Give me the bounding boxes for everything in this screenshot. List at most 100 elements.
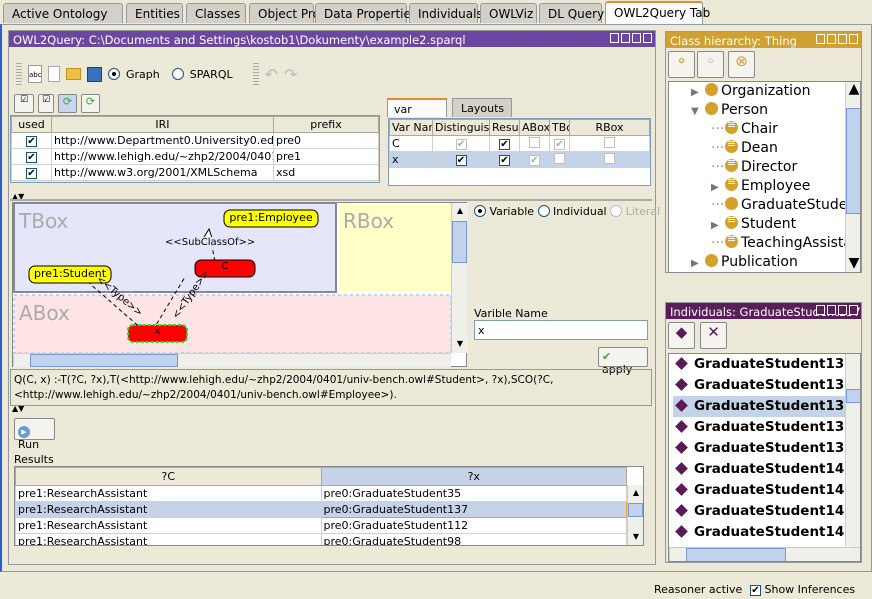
add-individual-button[interactable]: ◆ (668, 322, 695, 349)
text-icon[interactable]: abc (28, 65, 42, 83)
undo-icon[interactable]: ↶ (265, 65, 278, 84)
delete-class-button[interactable]: ⊗ (728, 51, 755, 78)
class-tree-item[interactable]: ···Director (711, 156, 797, 175)
var-row[interactable]: x ✔ ✔ ✔ (389, 151, 650, 168)
tab-layouts[interactable]: Layouts (452, 98, 512, 117)
result-row[interactable]: pre1:ResearchAssistant pre0:GraduateStude… (15, 485, 627, 502)
apply-button[interactable]: ✔ apply (598, 347, 648, 376)
col-tbox[interactable]: TBox (549, 119, 570, 136)
individuals-hscrollbar[interactable] (669, 547, 860, 561)
expand-icon[interactable]: ▶ (711, 182, 725, 193)
individual-item[interactable]: GraduateStudent139 (673, 438, 854, 459)
individual-item[interactable]: GraduateStudent136 (673, 375, 854, 396)
prefix-row[interactable]: ✔ http://www.Department0.University0.edu p… (11, 132, 379, 149)
splitter-arrows[interactable]: ▲▼ (12, 404, 24, 413)
distinguished-checkbox[interactable]: ✔ (455, 139, 467, 150)
col-used[interactable]: used (11, 116, 52, 133)
abox-checkbox[interactable]: ✔ (529, 155, 540, 166)
var-row[interactable]: C ✔ ✔ ✔ (389, 135, 650, 152)
class-tree-item[interactable]: ▼ Person (691, 102, 768, 118)
tbox-checkbox[interactable] (554, 152, 565, 164)
col-result[interactable]: Result (489, 119, 520, 136)
individual-item[interactable]: GraduateStudent138 (673, 417, 854, 438)
result-row[interactable]: pre1:ResearchAssistant pre0:GraduateStude… (15, 517, 627, 534)
result-checkbox[interactable]: ✔ (499, 155, 510, 166)
run-button[interactable]: ▶ Run (14, 418, 55, 451)
tab-active-ontology[interactable]: Active Ontology (3, 3, 123, 23)
expand-icon[interactable]: ▶ (691, 258, 705, 269)
col-var-name[interactable]: Var Name (389, 119, 433, 136)
used-checkbox[interactable]: ✔ (26, 152, 37, 163)
result-row[interactable]: pre1:ResearchAssistant pre0:GraduateStude… (15, 533, 627, 545)
save-icon[interactable] (87, 66, 102, 82)
result-row[interactable]: pre1:ResearchAssistant pre0:GraduateStude… (15, 501, 627, 518)
class-tree-item[interactable]: ▶Student (711, 213, 796, 232)
graph-hscrollbar[interactable] (13, 353, 451, 367)
rbox-checkbox[interactable] (604, 152, 615, 164)
individual-item[interactable]: GraduateStudent141 (673, 501, 854, 522)
prefix-row[interactable]: ✔http://www.lehigh.edu/~zhp2/2004/0401/u… (11, 148, 379, 165)
distinguished-checkbox[interactable]: ✔ (455, 155, 467, 166)
individual-item[interactable]: GraduateStudent137 (673, 396, 854, 417)
class-tree-item[interactable]: ···Dean (711, 137, 778, 156)
add-subclass-button[interactable]: ⚬ (668, 51, 695, 78)
tbox-checkbox[interactable]: ✔ (554, 139, 565, 150)
tab-classes[interactable]: Classes (186, 3, 246, 23)
col-prefix[interactable]: prefix (273, 116, 379, 133)
mode-sparql-radio[interactable] (171, 68, 184, 80)
add-sibling-button[interactable]: ⚬ (697, 51, 724, 78)
rbox-checkbox[interactable] (604, 136, 615, 148)
tab-dl-query[interactable]: DL Query (539, 3, 604, 23)
tab-entities[interactable]: Entities (126, 3, 183, 23)
tab-owlviz[interactable]: OWLViz (480, 3, 537, 23)
individual-item[interactable]: GraduateStudent14 (673, 459, 849, 480)
abox-checkbox[interactable] (529, 136, 540, 148)
delete-individual-button[interactable]: ✕ (700, 322, 727, 349)
show-inferences-checkbox[interactable]: ✔ (750, 585, 761, 596)
individual-item[interactable]: GraduateStudent140 (673, 480, 854, 501)
tab-var-editor[interactable]: var editor (387, 98, 447, 129)
individual-item[interactable]: GraduateStudent142 (673, 522, 854, 543)
splitter[interactable] (10, 199, 652, 201)
graph-canvas[interactable]: TBox RBox ABox pre1:Employee pre1:Studen… (12, 202, 468, 367)
individuals-scrollbar[interactable]: ▲▼ (845, 354, 860, 551)
expand-icon[interactable]: ▶ (691, 87, 705, 98)
variable-name-input[interactable]: x (474, 320, 648, 340)
col-iri[interactable]: IRI (51, 116, 274, 133)
variable-radio[interactable] (474, 205, 486, 217)
individual-radio[interactable] (537, 205, 550, 217)
open-folder-icon[interactable] (66, 68, 81, 80)
tab-object-properties[interactable]: Object Properties (249, 3, 362, 23)
new-file-icon[interactable] (48, 66, 60, 82)
col-x[interactable]: ?x (320, 467, 627, 486)
class-tree-item[interactable]: ▶ Publication (691, 254, 798, 270)
results-scrollbar[interactable]: ▲ ▼ (627, 485, 643, 545)
tab-data-properties[interactable]: Data Properties (315, 3, 417, 23)
literal-radio[interactable] (610, 205, 623, 217)
class-tree-item[interactable]: ▶Employee (711, 175, 810, 194)
toolbar-grip[interactable] (252, 63, 259, 85)
tab-owl2query[interactable]: OWL2Query Tab (605, 1, 710, 24)
individual-item[interactable]: GraduateStudent135 (673, 354, 854, 375)
query-text[interactable]: Q(C, x) :-T(?C, ?x),T(<http://www.lehigh… (10, 369, 652, 406)
used-checkbox[interactable]: ✔ (26, 136, 37, 147)
expand-icon[interactable]: ▶ (711, 220, 725, 231)
show-inferences[interactable]: ✔ Show Inferences (750, 583, 855, 596)
collapse-icon[interactable]: ▼ (691, 106, 705, 117)
reload-icon[interactable]: ⟳ (81, 94, 100, 113)
col-abox[interactable]: ABox (519, 119, 550, 136)
class-tree-item[interactable]: ···Chair (711, 118, 778, 137)
window-buttons[interactable] (816, 305, 858, 315)
class-tree-item[interactable]: ▶ Organization (691, 83, 811, 99)
window-buttons[interactable] (816, 34, 858, 44)
graph-vscrollbar[interactable]: ▲ ▼ (451, 203, 468, 353)
used-checkbox[interactable]: ✔ (26, 168, 37, 179)
result-checkbox[interactable]: ✔ (499, 139, 510, 150)
class-tree-item[interactable]: ··· GraduateStudent (711, 197, 860, 213)
mode-graph-radio[interactable] (108, 68, 120, 80)
toggle-used-button[interactable]: ☑ (14, 94, 34, 113)
refresh-icon[interactable]: ⟳ (58, 94, 77, 113)
node-employee[interactable]: pre1:Employee (224, 211, 318, 224)
tree-scrollbar[interactable]: ▲ ▼ (845, 82, 860, 272)
col-rbox[interactable]: RBox (569, 119, 650, 136)
